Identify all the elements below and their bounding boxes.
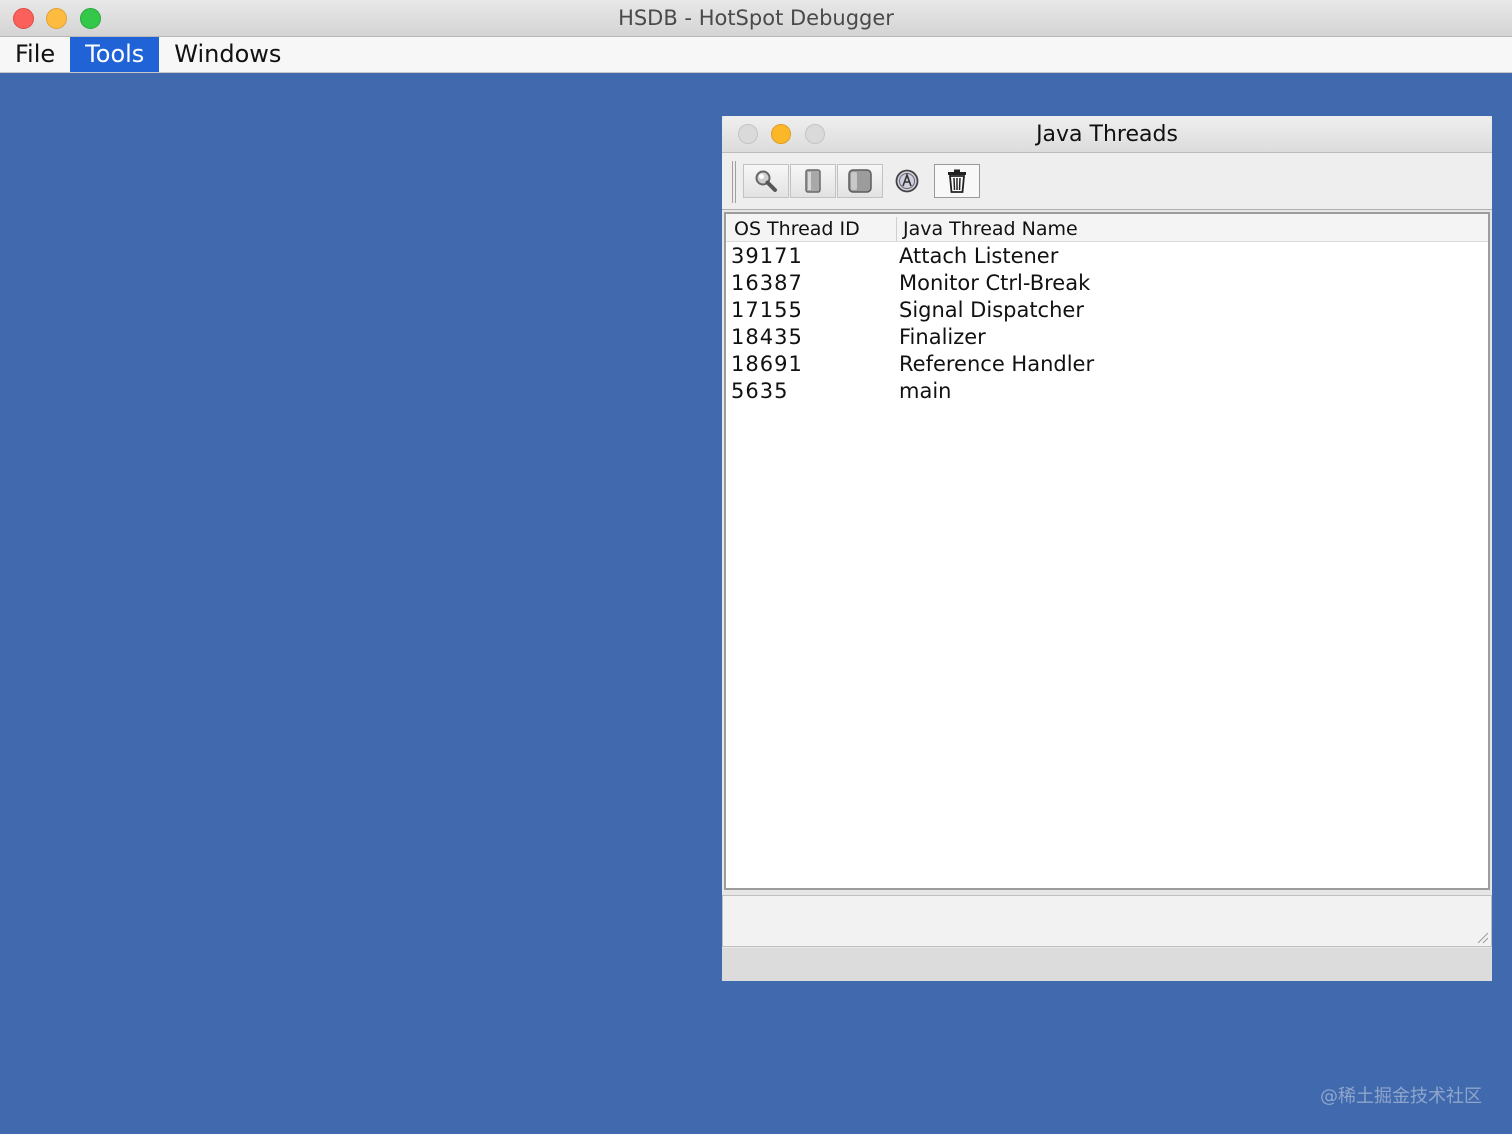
thread-name-cell: Attach Listener bbox=[899, 244, 1059, 268]
threads-toolbar bbox=[722, 153, 1492, 210]
thread-id-cell: 5635 bbox=[731, 379, 789, 403]
stack-memory-button[interactable] bbox=[790, 164, 836, 198]
menu-windows[interactable]: Windows bbox=[159, 37, 296, 72]
thread-name-cell: Signal Dispatcher bbox=[899, 298, 1084, 322]
hsdb-main-window: HSDB - HotSpot Debugger File Tools Windo… bbox=[0, 0, 1512, 1134]
thread-id-cell: 18435 bbox=[731, 325, 803, 349]
thread-id-cell: 39171 bbox=[731, 244, 803, 268]
trash-icon bbox=[948, 169, 966, 193]
java-threads-window: Java Threads OS Thread ID Java Thread Na… bbox=[722, 116, 1492, 981]
menu-tools[interactable]: Tools bbox=[70, 37, 160, 72]
column-header-java-thread-name[interactable]: Java Thread Name bbox=[896, 217, 1078, 241]
thread-id-cell: 17155 bbox=[731, 298, 803, 322]
thread-name-cell: Finalizer bbox=[899, 325, 986, 349]
table-body: 39171 Attach Listener 16387 Monitor Ctrl… bbox=[726, 243, 1488, 405]
column-header-os-thread-id[interactable]: OS Thread ID bbox=[734, 217, 860, 241]
table-row[interactable]: 17155 Signal Dispatcher bbox=[726, 297, 1488, 324]
find-crashes-button[interactable] bbox=[884, 164, 930, 198]
threads-table[interactable]: OS Thread ID Java Thread Name 39171 Atta… bbox=[724, 212, 1490, 890]
thread-name-cell: Monitor Ctrl-Break bbox=[899, 271, 1091, 295]
info-icon bbox=[895, 169, 919, 193]
table-header: OS Thread ID Java Thread Name bbox=[726, 214, 1488, 242]
toolbar-grip[interactable] bbox=[732, 161, 736, 203]
java-threads-title-text: Java Threads bbox=[1036, 122, 1178, 147]
frame-bottom-strip bbox=[722, 948, 1492, 981]
thread-id-cell: 16387 bbox=[731, 271, 803, 295]
thread-name-cell: main bbox=[899, 379, 952, 403]
table-row[interactable]: 39171 Attach Listener bbox=[726, 243, 1488, 270]
table-row[interactable]: 5635 main bbox=[726, 378, 1488, 405]
inspect-thread-button[interactable] bbox=[743, 164, 789, 198]
table-row[interactable]: 16387 Monitor Ctrl-Break bbox=[726, 270, 1488, 297]
menu-bar: File Tools Windows bbox=[0, 37, 1512, 73]
status-text-area[interactable] bbox=[722, 895, 1492, 947]
menu-file[interactable]: File bbox=[0, 37, 70, 72]
table-row[interactable]: 18691 Reference Handler bbox=[726, 351, 1488, 378]
stack-icon bbox=[805, 169, 821, 193]
delete-button[interactable] bbox=[934, 164, 980, 198]
thread-info-button[interactable] bbox=[837, 164, 883, 198]
java-threads-title: Java Threads bbox=[722, 122, 1492, 147]
table-row[interactable]: 18435 Finalizer bbox=[726, 324, 1488, 351]
java-threads-title-bar[interactable]: Java Threads bbox=[722, 116, 1492, 153]
thread-name-cell: Reference Handler bbox=[899, 352, 1095, 376]
resize-grip-icon[interactable] bbox=[1475, 930, 1489, 944]
memory-icon bbox=[848, 169, 872, 193]
watermark: @稀土掘金技术社区 bbox=[1320, 1086, 1482, 1107]
window-title-bar[interactable]: HSDB - HotSpot Debugger bbox=[0, 0, 1512, 37]
window-title: HSDB - HotSpot Debugger bbox=[618, 6, 894, 30]
thread-id-cell: 18691 bbox=[731, 352, 803, 376]
magnifier-icon bbox=[755, 170, 777, 192]
